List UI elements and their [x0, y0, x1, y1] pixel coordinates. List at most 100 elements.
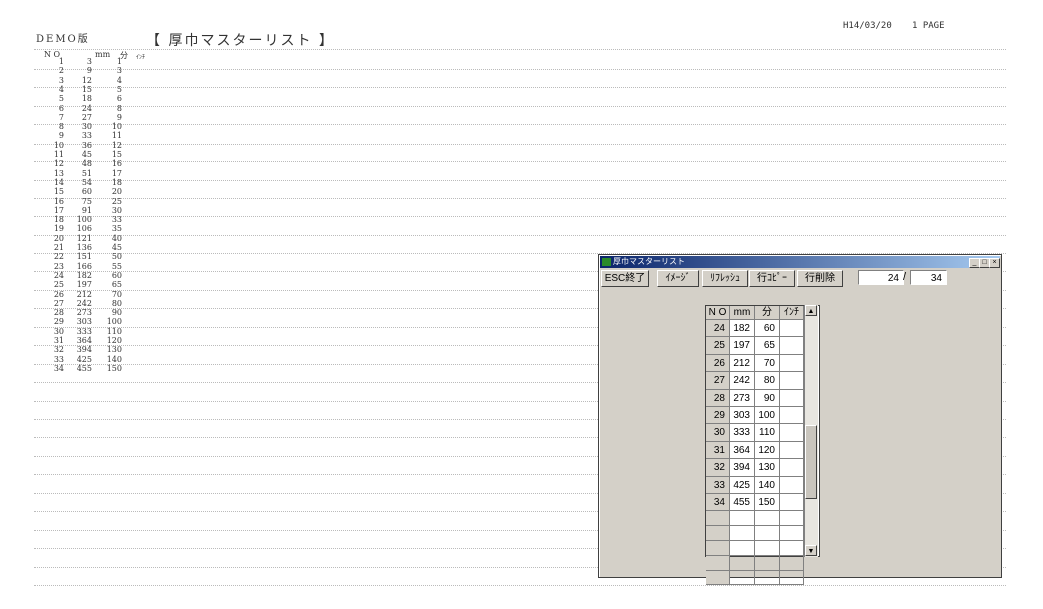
- grid-cell[interactable]: 242: [730, 372, 755, 390]
- grid-cell[interactable]: 30: [706, 424, 730, 442]
- row-bu: 120: [106, 336, 122, 345]
- row-no: 28: [53, 308, 64, 318]
- grid-cell[interactable]: 182: [730, 320, 755, 338]
- grid-cell[interactable]: 33: [706, 476, 730, 494]
- grid-empty-cell[interactable]: [780, 526, 804, 541]
- grid-empty-cell[interactable]: [780, 511, 804, 527]
- grid-empty-cell[interactable]: [730, 570, 755, 586]
- row-bu: 70: [111, 289, 122, 299]
- grid-cell[interactable]: 80: [755, 372, 780, 390]
- grid-cell[interactable]: 150: [755, 494, 780, 512]
- grid-empty-cell[interactable]: [706, 570, 730, 586]
- grid-empty-cell[interactable]: [730, 511, 755, 527]
- image-button[interactable]: ｲﾒｰｼﾞ: [657, 270, 699, 287]
- row-bu: 80: [111, 298, 122, 308]
- total-rows-field[interactable]: 34: [910, 270, 947, 285]
- row-bu: 60: [111, 270, 122, 280]
- grid-empty-cell[interactable]: [755, 555, 780, 571]
- current-row-field[interactable]: 24: [858, 270, 904, 285]
- grid-cell[interactable]: 32: [706, 459, 730, 477]
- report-row: 12 48 16: [36, 160, 156, 168]
- grid-cell[interactable]: 394: [730, 459, 755, 477]
- grid-cell[interactable]: 197: [730, 337, 755, 355]
- grid-cell[interactable]: [780, 407, 804, 425]
- grid-cell[interactable]: [780, 389, 804, 407]
- grid-cell[interactable]: 90: [755, 389, 780, 407]
- grid-cell[interactable]: 27: [706, 372, 730, 390]
- grid-cell[interactable]: 100: [755, 407, 780, 425]
- grid-cell[interactable]: 31: [706, 441, 730, 460]
- grid-cell[interactable]: 303: [730, 407, 755, 425]
- grid-empty-cell[interactable]: [730, 555, 755, 571]
- grid-empty-cell[interactable]: [755, 511, 780, 527]
- grid-cell[interactable]: [780, 337, 804, 355]
- window-titlebar[interactable]: 厚巾マスターリスト _ □ ×: [600, 256, 1000, 268]
- row-mm: 212: [76, 289, 92, 299]
- row-no: 18: [53, 215, 64, 225]
- grid-cell[interactable]: [780, 476, 804, 494]
- grid-empty-cell[interactable]: [706, 511, 730, 527]
- grid-cell[interactable]: 425: [730, 476, 755, 494]
- grid-cell[interactable]: 455: [730, 494, 755, 512]
- master-list-window[interactable]: 厚巾マスターリスト _ □ × ESC終了 ｲﾒｰｼﾞ ﾘﾌﾚｯｼｭ 行ｺﾋﾟｰ…: [598, 254, 1002, 586]
- refresh-button[interactable]: ﾘﾌﾚｯｼｭ: [702, 270, 748, 287]
- scroll-thumb[interactable]: [805, 425, 817, 499]
- row-bu: 25: [111, 196, 122, 206]
- row-no: 25: [53, 280, 64, 290]
- grid-cell[interactable]: [780, 424, 804, 442]
- grid-cell[interactable]: 273: [730, 389, 755, 407]
- grid-cell[interactable]: 34: [706, 494, 730, 512]
- grid-cell[interactable]: [780, 354, 804, 373]
- row-mm: 51: [81, 168, 92, 178]
- grid-cell[interactable]: 24: [706, 320, 730, 338]
- grid-empty-cell[interactable]: [755, 541, 780, 556]
- grid-cell[interactable]: 29: [706, 407, 730, 425]
- grid-empty-cell[interactable]: [706, 526, 730, 541]
- row-mm: 197: [76, 280, 92, 290]
- grid-empty-cell[interactable]: [755, 526, 780, 541]
- grid-cell[interactable]: [780, 441, 804, 460]
- grid-cell[interactable]: 110: [755, 424, 780, 442]
- row-no: 4: [58, 84, 64, 94]
- grid-empty-cell[interactable]: [755, 570, 780, 586]
- data-grid[interactable]: N Omm 分ｲﾝﾁ 24 182 60 25 197 65 26 212 70 27 242 80 28 2…: [705, 305, 820, 586]
- grid-cell[interactable]: [780, 459, 804, 477]
- grid-empty-cell[interactable]: [780, 555, 804, 571]
- grid-empty-cell[interactable]: [780, 541, 804, 556]
- grid-cell[interactable]: 212: [730, 354, 755, 373]
- grid-cell[interactable]: 130: [755, 459, 780, 477]
- close-icon[interactable]: ×: [989, 258, 1000, 268]
- row-bu: 12: [111, 140, 122, 150]
- grid-empty-cell[interactable]: [730, 526, 755, 541]
- scroll-down-icon[interactable]: ▼: [805, 545, 817, 556]
- grid-cell[interactable]: [780, 494, 804, 512]
- grid-cell[interactable]: 120: [755, 441, 780, 460]
- grid-cell[interactable]: 364: [730, 441, 755, 460]
- scroll-up-icon[interactable]: ▲: [805, 305, 817, 316]
- grid-cell[interactable]: 26: [706, 354, 730, 373]
- grid-cell[interactable]: 70: [755, 354, 780, 373]
- grid-cell[interactable]: [780, 372, 804, 390]
- grid-cell[interactable]: 25: [706, 337, 730, 355]
- row-bu: 16: [111, 159, 122, 169]
- grid-empty-cell[interactable]: [706, 541, 730, 556]
- row-copy-button[interactable]: 行ｺﾋﾟｰ: [749, 270, 795, 287]
- grid-cell[interactable]: 28: [706, 389, 730, 407]
- grid-empty-cell[interactable]: [730, 541, 755, 556]
- grid-empty-cell[interactable]: [706, 555, 730, 571]
- ruled-line: [34, 585, 1006, 586]
- grid-scrollbar[interactable]: ▲ ▼: [804, 305, 818, 557]
- row-delete-button[interactable]: 行削除: [797, 270, 843, 287]
- report-row: 32 394 130: [36, 346, 156, 354]
- grid-cell[interactable]: 140: [755, 476, 780, 494]
- ruled-line: [34, 235, 1006, 236]
- grid-cell[interactable]: 60: [755, 320, 780, 338]
- esc-exit-button[interactable]: ESC終了: [601, 270, 649, 287]
- grid-cell[interactable]: 333: [730, 424, 755, 442]
- report-row: 2 9 3: [36, 67, 156, 75]
- grid-cell[interactable]: 65: [755, 337, 780, 355]
- grid-cell[interactable]: [780, 320, 804, 338]
- grid-empty-cell[interactable]: [780, 570, 804, 586]
- window-title: 厚巾マスターリスト: [613, 257, 685, 266]
- row-mm: 12: [81, 75, 92, 85]
